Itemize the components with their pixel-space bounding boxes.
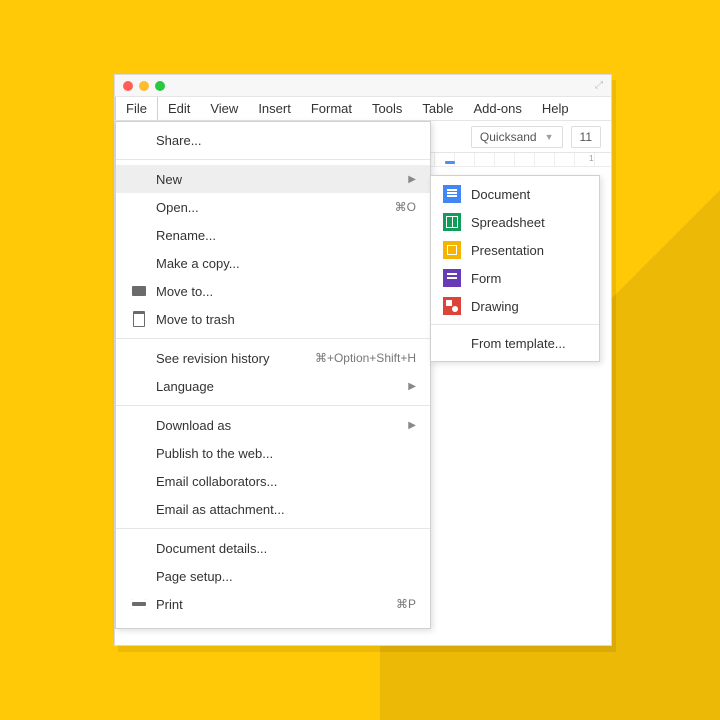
menu-item-label: Download as	[150, 418, 408, 433]
window-titlebar: ⤢	[115, 75, 611, 97]
submenu-item-label: Spreadsheet	[471, 215, 545, 230]
menu-item-language[interactable]: Language ▶	[116, 372, 430, 400]
zoom-window-icon[interactable]	[155, 81, 165, 91]
menu-item-label: Open...	[150, 200, 395, 215]
menu-addons[interactable]: Add-ons	[463, 97, 531, 120]
menu-item-move-trash[interactable]: Move to trash	[116, 305, 430, 333]
menu-insert[interactable]: Insert	[248, 97, 301, 120]
menu-item-label: Publish to the web...	[150, 446, 416, 461]
minimize-window-icon[interactable]	[139, 81, 149, 91]
menu-item-rename[interactable]: Rename...	[116, 221, 430, 249]
menu-item-label: Print	[150, 597, 396, 612]
chevron-right-icon: ▶	[408, 381, 416, 392]
menubar: File Edit View Insert Format Tools Table…	[115, 97, 611, 121]
chevron-right-icon: ▶	[408, 174, 416, 185]
menu-item-download-as[interactable]: Download as ▶	[116, 411, 430, 439]
folder-icon	[128, 286, 150, 296]
trash-icon	[128, 311, 150, 327]
file-menu-dropdown: Share... New ▶ Open... ⌘O Rename... Make…	[115, 121, 431, 629]
menu-item-label: Language	[150, 379, 408, 394]
menu-edit[interactable]: Edit	[158, 97, 200, 120]
menu-item-open[interactable]: Open... ⌘O	[116, 193, 430, 221]
menu-item-label: Page setup...	[150, 569, 416, 584]
menu-table[interactable]: Table	[412, 97, 463, 120]
menu-help[interactable]: Help	[532, 97, 579, 120]
menu-item-label: Move to...	[150, 284, 416, 299]
submenu-item-label: From template...	[471, 336, 566, 351]
print-icon	[128, 599, 150, 609]
menu-shortcut: ⌘P	[396, 597, 416, 611]
menu-item-make-copy[interactable]: Make a copy...	[116, 249, 430, 277]
app-window: ⤢ File Edit View Insert Format Tools Tab…	[114, 74, 612, 646]
font-family-selector[interactable]: Quicksand ▼	[471, 126, 563, 148]
blank-icon	[443, 334, 461, 352]
menu-item-label: Make a copy...	[150, 256, 416, 271]
menu-item-share[interactable]: Share...	[116, 126, 430, 154]
menu-shortcut: ⌘+Option+Shift+H	[315, 351, 416, 365]
menu-item-label: New	[150, 172, 408, 187]
font-size-selector[interactable]: 11	[571, 126, 601, 148]
menu-item-label: Move to trash	[150, 312, 416, 327]
submenu-item-spreadsheet[interactable]: Spreadsheet	[431, 208, 599, 236]
menu-item-label: See revision history	[150, 351, 315, 366]
menu-separator	[116, 528, 430, 529]
submenu-item-form[interactable]: Form	[431, 264, 599, 292]
menu-shortcut: ⌘O	[395, 200, 416, 214]
submenu-item-label: Presentation	[471, 243, 544, 258]
spreadsheet-icon	[443, 213, 461, 231]
menu-file[interactable]: File	[115, 97, 158, 120]
form-icon	[443, 269, 461, 287]
presentation-icon	[443, 241, 461, 259]
submenu-item-label: Form	[471, 271, 501, 286]
submenu-item-label: Document	[471, 187, 530, 202]
document-icon	[443, 185, 461, 203]
menu-item-label: Document details...	[150, 541, 416, 556]
submenu-item-label: Drawing	[471, 299, 519, 314]
menu-item-email-attachment[interactable]: Email as attachment...	[116, 495, 430, 523]
menu-view[interactable]: View	[200, 97, 248, 120]
chevron-right-icon: ▶	[408, 420, 416, 431]
menu-item-email-collaborators[interactable]: Email collaborators...	[116, 467, 430, 495]
menu-item-label: Email collaborators...	[150, 474, 416, 489]
menu-item-publish[interactable]: Publish to the web...	[116, 439, 430, 467]
menu-separator	[116, 159, 430, 160]
font-size-label: 11	[580, 130, 592, 144]
submenu-item-document[interactable]: Document	[431, 180, 599, 208]
menu-item-print[interactable]: Print ⌘P	[116, 590, 430, 618]
menu-separator	[116, 405, 430, 406]
submenu-item-presentation[interactable]: Presentation	[431, 236, 599, 264]
menu-format[interactable]: Format	[301, 97, 362, 120]
drawing-icon	[443, 297, 461, 315]
menu-item-new[interactable]: New ▶	[116, 165, 430, 193]
submenu-item-drawing[interactable]: Drawing	[431, 292, 599, 320]
submenu-item-from-template[interactable]: From template...	[431, 329, 599, 357]
menu-item-label: Email as attachment...	[150, 502, 416, 517]
menu-item-label: Rename...	[150, 228, 416, 243]
expand-icon[interactable]: ⤢	[595, 80, 603, 91]
ruler-tick: 1	[589, 154, 593, 163]
menu-item-document-details[interactable]: Document details...	[116, 534, 430, 562]
menu-separator	[116, 338, 430, 339]
menu-item-revision-history[interactable]: See revision history ⌘+Option+Shift+H	[116, 344, 430, 372]
menu-tools[interactable]: Tools	[362, 97, 412, 120]
menu-item-move-to[interactable]: Move to...	[116, 277, 430, 305]
close-window-icon[interactable]	[123, 81, 133, 91]
menu-item-label: Share...	[150, 133, 416, 148]
menu-item-page-setup[interactable]: Page setup...	[116, 562, 430, 590]
chevron-down-icon: ▼	[545, 132, 554, 142]
new-submenu: Document Spreadsheet Presentation Form D…	[430, 175, 600, 362]
font-family-label: Quicksand	[480, 130, 537, 144]
menu-separator	[431, 324, 599, 325]
